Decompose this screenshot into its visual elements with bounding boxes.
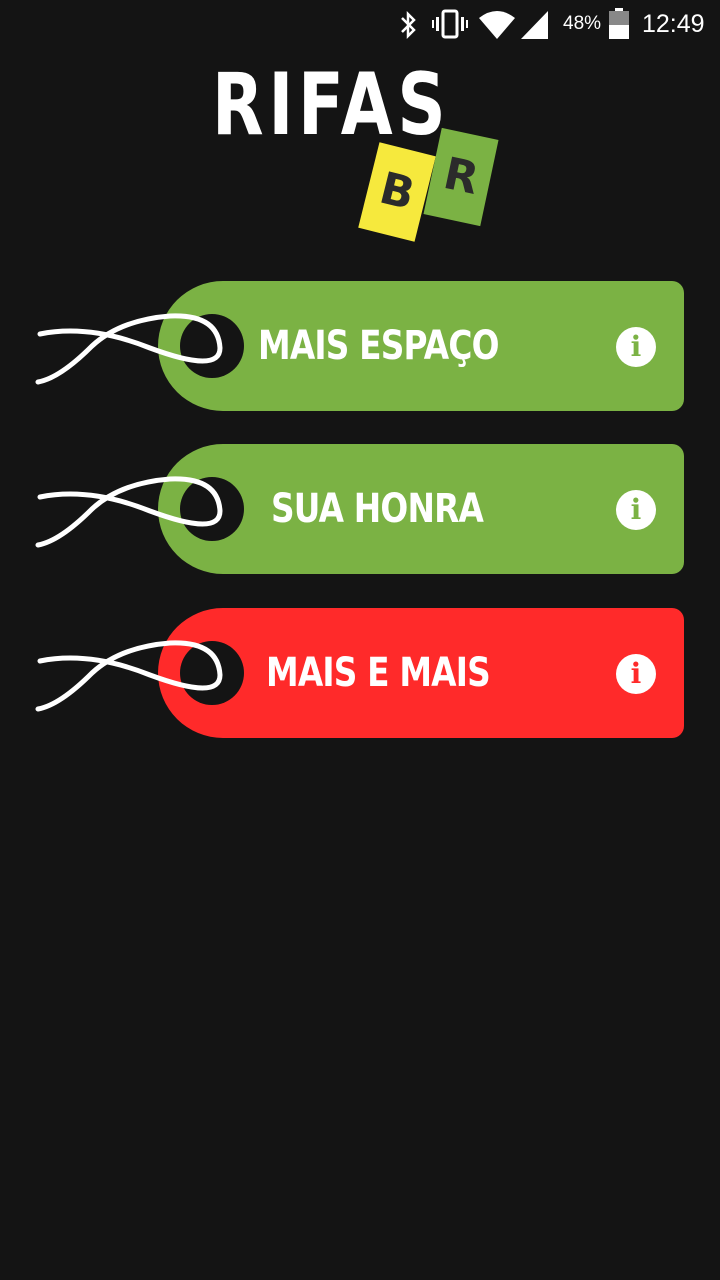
vibrate-icon [432, 9, 468, 39]
tag-string-icon [35, 640, 223, 712]
bluetooth-icon [401, 10, 416, 40]
wifi-icon [479, 11, 515, 39]
raffle-label: MAIS E MAIS [266, 650, 491, 696]
raffle-label: SUA HONRA [271, 486, 484, 532]
battery-icon [609, 8, 629, 39]
tag-string-icon [35, 313, 223, 385]
logo-ticket-yellow: B [358, 142, 436, 242]
battery-percent: 48% [563, 13, 602, 34]
signal-icon [521, 11, 548, 39]
clock: 12:49 [642, 10, 705, 38]
raffle-label: MAIS ESPAÇO [258, 323, 499, 369]
info-icon[interactable]: i [616, 654, 656, 694]
status-bar: 48% 12:49 [0, 0, 720, 48]
info-icon[interactable]: i [616, 327, 656, 367]
tag-string-icon [35, 476, 223, 548]
logo-title: RIFAS [212, 55, 451, 155]
info-icon[interactable]: i [616, 490, 656, 530]
